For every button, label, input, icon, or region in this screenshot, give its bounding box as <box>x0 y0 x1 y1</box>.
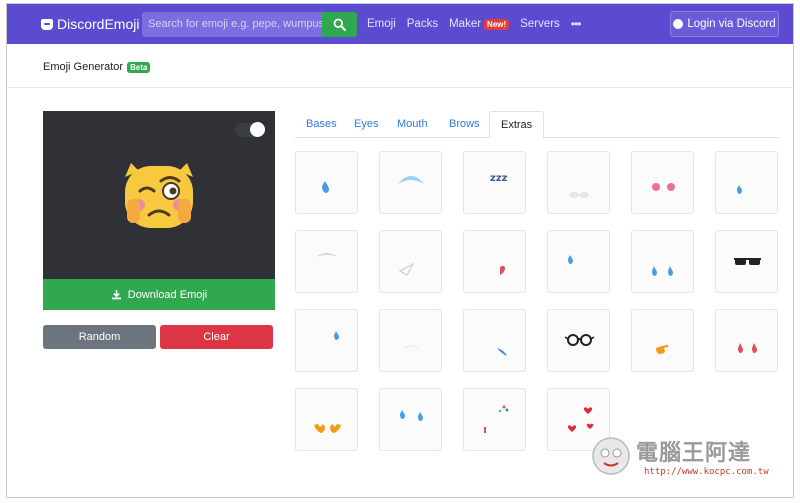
extra-zzz[interactable]: zzz <box>463 151 526 214</box>
extra-hands[interactable] <box>295 388 358 451</box>
watermark-url: http://www.kocpc.com.tw <box>644 467 769 477</box>
search-icon <box>333 18 346 31</box>
random-button[interactable]: Random <box>43 325 156 349</box>
extra-tissue[interactable] <box>295 230 358 293</box>
login-label: Login via Discord <box>687 18 776 30</box>
download-button[interactable]: Download Emoji <box>43 279 275 310</box>
nav-emoji[interactable]: Emoji <box>367 18 396 30</box>
download-icon <box>111 290 121 300</box>
extra-drop-low[interactable] <box>295 309 358 372</box>
nav-links: Emoji Packs Maker New! Servers ••• <box>367 17 582 31</box>
page-title: Emoji Generator <box>43 61 124 73</box>
extra-double-tears[interactable] <box>379 388 442 451</box>
nav-maker-label: Maker <box>449 18 482 30</box>
extra-pointing-hand[interactable] <box>631 309 694 372</box>
app-frame: DiscordEmoji Search for emoji e.g. pepe,… <box>6 3 794 498</box>
emoji-preview <box>43 111 275 279</box>
extra-paper-plane[interactable] <box>379 230 442 293</box>
watermark: 電腦王阿達 http://www.kocpc.com.tw <box>584 429 793 497</box>
extra-glasses[interactable] <box>547 309 610 372</box>
search-button[interactable] <box>322 12 357 37</box>
part-tabs: Bases Eyes Mouth Brows Extras <box>295 111 779 139</box>
extra-sunglasses[interactable] <box>715 230 778 293</box>
navbar: DiscordEmoji Search for emoji e.g. pepe,… <box>7 4 793 44</box>
new-badge: New! <box>484 18 510 30</box>
emoji-preview-image <box>125 163 193 228</box>
zzz-text: zzz <box>490 173 508 184</box>
watermark-text: 電腦王阿達 <box>636 441 752 466</box>
tab-eyes[interactable]: Eyes <box>343 111 389 138</box>
extra-sweat-drop[interactable] <box>295 151 358 214</box>
extra-red-tears[interactable] <box>715 309 778 372</box>
more-menu-icon[interactable]: ••• <box>571 17 582 31</box>
tab-bases[interactable]: Bases <box>295 111 348 138</box>
extra-tiny-heart[interactable] <box>463 230 526 293</box>
extra-clouds[interactable] <box>547 151 610 214</box>
extra-sweat-streak[interactable] <box>463 309 526 372</box>
clear-button[interactable]: Clear <box>160 325 273 349</box>
mascot-icon <box>592 437 630 475</box>
beta-badge: Beta <box>127 61 151 73</box>
extra-steam[interactable] <box>379 309 442 372</box>
extra-tears[interactable] <box>631 230 694 293</box>
page-title-wrap: Emoji Generator Beta <box>43 61 151 73</box>
download-label: Download Emoji <box>127 288 208 301</box>
extra-blush-dots[interactable] <box>631 151 694 214</box>
extra-halo[interactable] <box>379 151 442 214</box>
discord-logo-icon <box>41 18 53 30</box>
nav-maker[interactable]: Maker New! <box>449 18 510 30</box>
tab-extras[interactable]: Extras <box>489 111 545 139</box>
nav-packs[interactable]: Packs <box>407 18 438 30</box>
tab-mouth[interactable]: Mouth <box>386 111 439 138</box>
brand-name: DiscordEmoji <box>57 16 140 32</box>
extra-sparkles[interactable] <box>463 388 526 451</box>
search-input[interactable]: Search for emoji e.g. pepe, wumpus... <box>142 12 322 37</box>
nav-servers[interactable]: Servers <box>520 18 560 30</box>
login-button[interactable]: Login via Discord <box>670 11 779 37</box>
extra-drop-right[interactable] <box>715 151 778 214</box>
user-icon <box>673 19 684 29</box>
extra-tear-left[interactable] <box>547 230 610 293</box>
page-header: Emoji Generator Beta <box>7 44 793 88</box>
tab-brows[interactable]: Brows <box>438 111 491 138</box>
brand-logo[interactable]: DiscordEmoji <box>41 16 139 32</box>
